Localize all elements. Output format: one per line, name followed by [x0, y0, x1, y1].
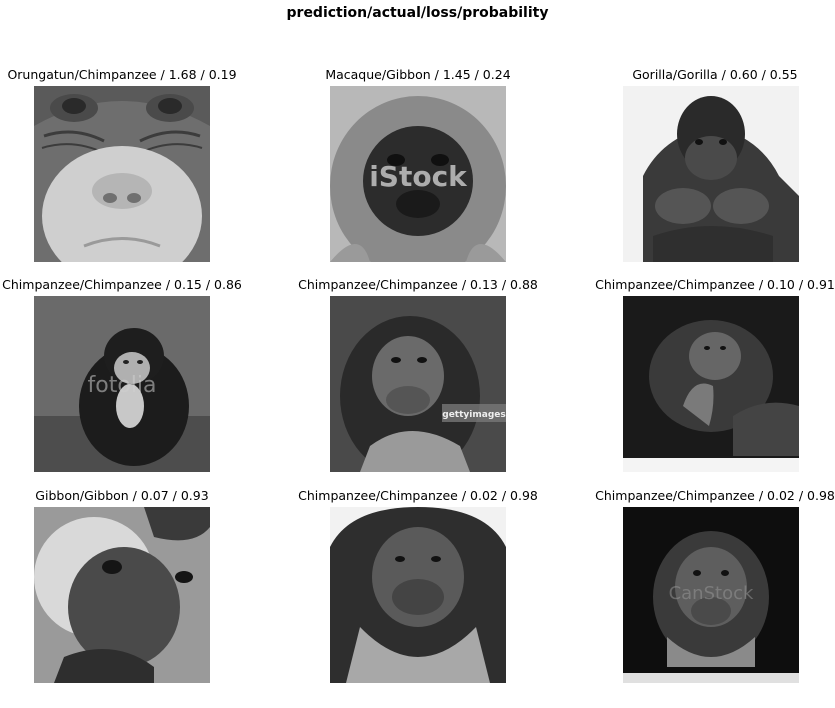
svg-text:gettyimages: gettyimages — [442, 410, 505, 420]
cell-title: Chimpanzee/Chimpanzee / 0.15 / 0.86 — [2, 277, 242, 292]
svg-text:iStock: iStock — [369, 160, 468, 193]
grid-cell-3: Gorilla/Gorilla / 0.60 / 0.55 — [595, 66, 835, 262]
cell-title: Chimpanzee/Chimpanzee / 0.10 / 0.91 — [595, 277, 835, 292]
grid-cell-7: Gibbon/Gibbon / 0.07 / 0.93 — [2, 487, 242, 683]
young-chimp-image: fotolia — [34, 296, 210, 472]
chimp-gettyimages-image: gettyimages — [330, 296, 506, 472]
gorilla-portrait-image — [623, 86, 799, 262]
chimp-portrait-black-image: CanStock — [623, 507, 799, 683]
grid-cell-2: Macaque/Gibbon / 1.45 / 0.24 iStock — [298, 66, 538, 262]
cell-title: Gibbon/Gibbon / 0.07 / 0.93 — [35, 488, 209, 503]
gibbon-face-image: iStock — [330, 86, 506, 262]
grid-cell-4: Chimpanzee/Chimpanzee / 0.15 / 0.86 foto… — [2, 276, 242, 472]
cell-title: Chimpanzee/Chimpanzee / 0.02 / 0.98 — [298, 488, 538, 503]
cell-title: Orungatun/Chimpanzee / 1.68 / 0.19 — [7, 67, 237, 82]
cell-title: Macaque/Gibbon / 1.45 / 0.24 — [325, 67, 511, 82]
figure-title: prediction/actual/loss/probability — [286, 5, 549, 21]
svg-text:fotolia: fotolia — [88, 373, 157, 398]
grid-cell-8: Chimpanzee/Chimpanzee / 0.02 / 0.98 — [298, 487, 538, 683]
grid-cell-6: Chimpanzee/Chimpanzee / 0.10 / 0.91 — [595, 276, 835, 472]
grid-cell-9: Chimpanzee/Chimpanzee / 0.02 / 0.98 CanS… — [595, 487, 835, 683]
gibbon-closeup-image — [34, 507, 210, 683]
cell-title: Chimpanzee/Chimpanzee / 0.02 / 0.98 — [595, 488, 835, 503]
cell-title: Gorilla/Gorilla / 0.60 / 0.55 — [632, 67, 798, 82]
chimp-portrait-white-image — [330, 507, 506, 683]
grid-cell-1: Orungatun/Chimpanzee / 1.68 / 0.19 — [2, 66, 242, 262]
chimp-thinking-image — [623, 296, 799, 472]
orangutan-face-image — [34, 86, 210, 262]
svg-text:CanStock: CanStock — [669, 583, 754, 604]
grid-cell-5: Chimpanzee/Chimpanzee / 0.13 / 0.88 gett… — [298, 276, 538, 472]
cell-title: Chimpanzee/Chimpanzee / 0.13 / 0.88 — [298, 277, 538, 292]
